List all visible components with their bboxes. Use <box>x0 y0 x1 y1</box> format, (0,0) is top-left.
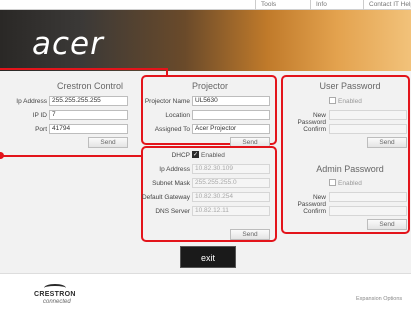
user-password-enabled-label: Enabled <box>338 98 362 105</box>
admin-confirm-input[interactable] <box>329 206 407 216</box>
projector-assigned-label: Assigned To <box>154 126 190 133</box>
admin-new-password-label: New Password <box>297 194 326 208</box>
dhcp-checkbox[interactable]: ✓ <box>192 151 199 158</box>
user-confirm-label: Confirm <box>303 126 326 133</box>
projector-location-input[interactable] <box>192 110 270 120</box>
nav-contact-link[interactable]: Contact IT Help <box>363 0 411 10</box>
crestron-ip-label: Ip Address <box>16 98 47 105</box>
admin-password-title: Admin Password <box>316 164 384 174</box>
callout-line-mid <box>2 155 142 157</box>
dns-server-label: DNS Server <box>155 208 190 215</box>
footer: CRESTRON connected Expansion Options <box>0 273 411 312</box>
projector-location-label: Location <box>165 112 190 119</box>
network-ip-label: Ip Address <box>159 166 190 173</box>
user-password-send-button[interactable]: Send <box>367 137 407 148</box>
crestron-ipid-label: IP ID <box>32 112 47 119</box>
admin-confirm-label: Confirm <box>303 208 326 215</box>
user-confirm-input[interactable] <box>329 124 407 134</box>
user-password-title: User Password <box>319 81 381 91</box>
admin-password-enabled-label: Enabled <box>338 180 362 187</box>
projector-name-label: Projector Name <box>144 98 190 105</box>
subnet-mask-input[interactable]: 255.255.255.0 <box>192 178 270 188</box>
dhcp-enabled-label: Enabled <box>201 152 225 159</box>
crestron-connected-logo: CRESTRON connected <box>34 284 84 308</box>
subnet-mask-label: Subnet Mask <box>152 180 190 187</box>
user-password-enabled-checkbox[interactable] <box>329 97 336 104</box>
callout-line-top <box>0 68 168 70</box>
projector-title: Projector <box>191 81 228 91</box>
projector-name-input[interactable]: UL5630 <box>192 96 270 106</box>
header-banner: acer <box>0 10 411 71</box>
acer-logo: acer <box>32 26 104 62</box>
crestron-ip-input[interactable]: 255.255.255.255 <box>49 96 128 106</box>
crestron-logo-sub: connected <box>43 299 71 305</box>
user-new-password-label: New Password <box>297 112 326 126</box>
top-nav: Tools Info Contact IT Help <box>0 0 411 10</box>
default-gateway-label: Default Gateway <box>141 194 190 201</box>
crestron-send-button[interactable]: Send <box>88 137 128 148</box>
network-send-button[interactable]: Send <box>230 229 270 240</box>
exit-button[interactable]: exit <box>180 246 236 268</box>
projector-assigned-input[interactable]: Acer Projector <box>192 124 270 134</box>
default-gateway-input[interactable]: 10.82.30.254 <box>192 192 270 202</box>
crestron-logo-name: CRESTRON <box>34 291 76 298</box>
dns-server-input[interactable]: 10.82.12.11 <box>192 206 270 216</box>
dhcp-label: DHCP <box>171 152 190 159</box>
user-new-password-input[interactable] <box>329 110 407 120</box>
expansion-options-link[interactable]: Expansion Options <box>356 296 402 302</box>
network-ip-input[interactable]: 10.82.30.109 <box>192 164 270 174</box>
crestron-port-label: Port <box>35 126 47 133</box>
admin-password-enabled-checkbox[interactable] <box>329 179 336 186</box>
admin-password-send-button[interactable]: Send <box>367 219 407 230</box>
crestron-ipid-input[interactable]: 7 <box>49 110 128 120</box>
nav-info-link[interactable]: Info <box>310 0 327 10</box>
admin-new-password-input[interactable] <box>329 192 407 202</box>
nav-tools-link[interactable]: Tools <box>255 0 276 10</box>
crestron-control-title: Crestron Control <box>56 81 124 91</box>
callout-line-top-drop <box>166 68 168 76</box>
crestron-port-input[interactable]: 41794 <box>49 124 128 134</box>
